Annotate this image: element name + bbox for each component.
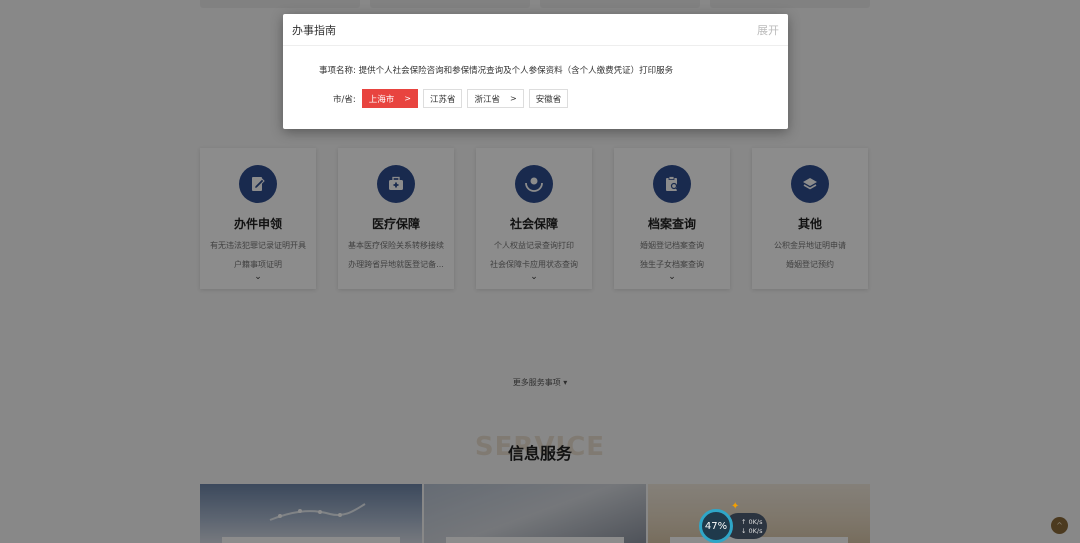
region-button-jiangsu[interactable]: 江苏省 bbox=[422, 89, 463, 108]
region-name: 安徽省 bbox=[535, 94, 562, 105]
item-name-row: 事项名称: 提供个人社会保险咨询和参保情况查询及个人参保资料（含个人缴费凭证）打… bbox=[319, 64, 788, 76]
region-label: 市/省: bbox=[333, 94, 356, 105]
network-speed-widget[interactable]: ↑ 0K/s ↓ 0K/s 47% ✦ bbox=[699, 501, 769, 543]
chevron-right-icon: > bbox=[404, 94, 411, 103]
region-name: 上海市 bbox=[368, 94, 395, 105]
region-button-zhejiang[interactable]: 浙江省 > bbox=[467, 89, 524, 108]
guide-modal: 办事指南 展开 事项名称: 提供个人社会保险咨询和参保情况查询及个人参保资料（含… bbox=[283, 14, 788, 129]
modal-header: 办事指南 展开 bbox=[283, 14, 788, 46]
region-name: 江苏省 bbox=[429, 94, 456, 105]
item-name-value: 提供个人社会保险咨询和参保情况查询及个人参保资料（含个人缴费凭证）打印服务 bbox=[358, 66, 674, 76]
region-row: 市/省: 上海市 > 江苏省 浙江省 > 安徽省 bbox=[333, 89, 788, 108]
region-button-anhui[interactable]: 安徽省 bbox=[528, 89, 569, 108]
modal-title: 办事指南 bbox=[292, 23, 336, 37]
item-name-label: 事项名称: bbox=[319, 66, 356, 76]
up-arrow-icon: ↑ bbox=[741, 518, 747, 526]
download-speed: 0K/s bbox=[748, 527, 763, 535]
region-button-shanghai[interactable]: 上海市 > bbox=[361, 89, 418, 108]
chevron-right-icon: > bbox=[509, 94, 517, 103]
modal-body: 事项名称: 提供个人社会保险咨询和参保情况查询及个人参保资料（含个人缴费凭证）打… bbox=[283, 46, 788, 108]
upload-speed: 0K/s bbox=[748, 518, 763, 526]
down-arrow-icon: ↓ bbox=[741, 527, 747, 535]
region-name: 浙江省 bbox=[474, 94, 500, 105]
expand-button[interactable]: 展开 bbox=[757, 22, 779, 38]
memory-percent-ring: 47% bbox=[699, 509, 733, 543]
rocket-icon: ✦ bbox=[731, 501, 740, 512]
